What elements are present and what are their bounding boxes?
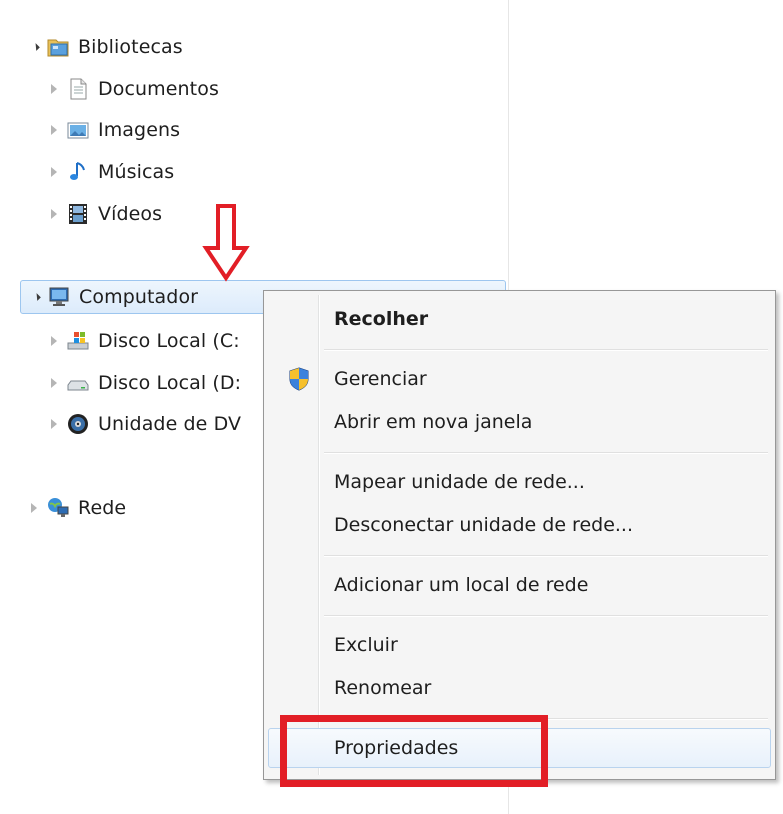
menu-separator [324, 615, 768, 617]
annotation-highlight-box [280, 715, 548, 787]
video-icon [69, 204, 87, 224]
menu-item-label: Abrir em nova janela [334, 411, 533, 433]
menu-item-label: Desconectar unidade de rede... [334, 514, 634, 536]
menu-item-label: Excluir [334, 634, 398, 656]
annotation-arrow-icon [202, 204, 250, 282]
tree-item-label: Computador [79, 286, 199, 308]
tree-item-label: Vídeos [98, 203, 163, 225]
menu-item-label: Gerenciar [334, 368, 427, 390]
libraries-icon [47, 39, 69, 57]
tree-item-label: Disco Local (C: [98, 330, 240, 352]
pictures-icon [67, 122, 89, 139]
tree-item-label: Bibliotecas [78, 36, 183, 58]
tree-item-label: Imagens [98, 119, 181, 141]
tree-item-libraries[interactable]: Bibliotecas [26, 30, 183, 64]
drive-icon [67, 380, 89, 391]
menu-item-label: Adicionar um local de rede [334, 574, 589, 596]
tree-item-disk-c[interactable]: Disco Local (C: [46, 324, 240, 358]
context-menu: Recolher Gerenciar Abrir em nova janela … [263, 290, 776, 780]
tree-item-images[interactable]: Imagens [46, 113, 180, 147]
tree-item-label: Disco Local (D: [98, 372, 242, 394]
expand-arrow-icon[interactable] [46, 416, 62, 432]
expand-arrow-icon[interactable] [26, 500, 42, 516]
expand-arrow-icon[interactable] [46, 375, 62, 391]
expand-arrow-icon[interactable] [26, 39, 42, 55]
tree-item-videos[interactable]: Vídeos [46, 197, 162, 231]
menu-item-delete[interactable]: Excluir [268, 625, 771, 665]
menu-item-manage[interactable]: Gerenciar [268, 359, 771, 399]
dvd-icon [68, 414, 88, 434]
expand-arrow-icon[interactable] [46, 122, 62, 138]
menu-item-label: Recolher [334, 308, 429, 330]
windows-drive-icon [67, 332, 89, 350]
uac-shield-icon [289, 367, 309, 391]
document-icon [70, 78, 87, 100]
network-icon [48, 498, 69, 517]
tree-item-dvd[interactable]: Unidade de DV [46, 407, 241, 441]
menu-separator [324, 555, 768, 557]
menu-item-label: Renomear [334, 677, 432, 699]
menu-separator [324, 452, 768, 454]
expand-arrow-icon[interactable] [46, 206, 62, 222]
tree-item-music[interactable]: Músicas [46, 155, 174, 189]
computer-icon [49, 287, 69, 306]
tree-item-network[interactable]: Rede [26, 491, 126, 525]
tree-item-disk-d[interactable]: Disco Local (D: [46, 366, 241, 400]
menu-item-collapse[interactable]: Recolher [268, 299, 771, 339]
menu-item-rename[interactable]: Renomear [268, 668, 771, 708]
menu-separator [324, 349, 768, 351]
expand-arrow-icon[interactable] [46, 333, 62, 349]
menu-item-disconnect-network-drive[interactable]: Desconectar unidade de rede... [268, 505, 771, 545]
music-icon [70, 162, 85, 180]
tree-item-label: Rede [78, 497, 127, 519]
menu-item-open-new-window[interactable]: Abrir em nova janela [268, 402, 771, 442]
menu-item-add-network-location[interactable]: Adicionar um local de rede [268, 565, 771, 605]
expand-arrow-icon[interactable] [46, 164, 62, 180]
menu-item-label: Mapear unidade de rede... [334, 471, 585, 493]
expand-arrow-icon[interactable] [27, 289, 43, 305]
expand-arrow-icon[interactable] [46, 81, 62, 97]
tree-item-label: Unidade de DV [98, 413, 242, 435]
tree-item-label: Documentos [98, 78, 219, 100]
menu-item-map-network-drive[interactable]: Mapear unidade de rede... [268, 462, 771, 502]
tree-item-label: Músicas [98, 161, 175, 183]
tree-item-documents[interactable]: Documentos [46, 72, 219, 106]
